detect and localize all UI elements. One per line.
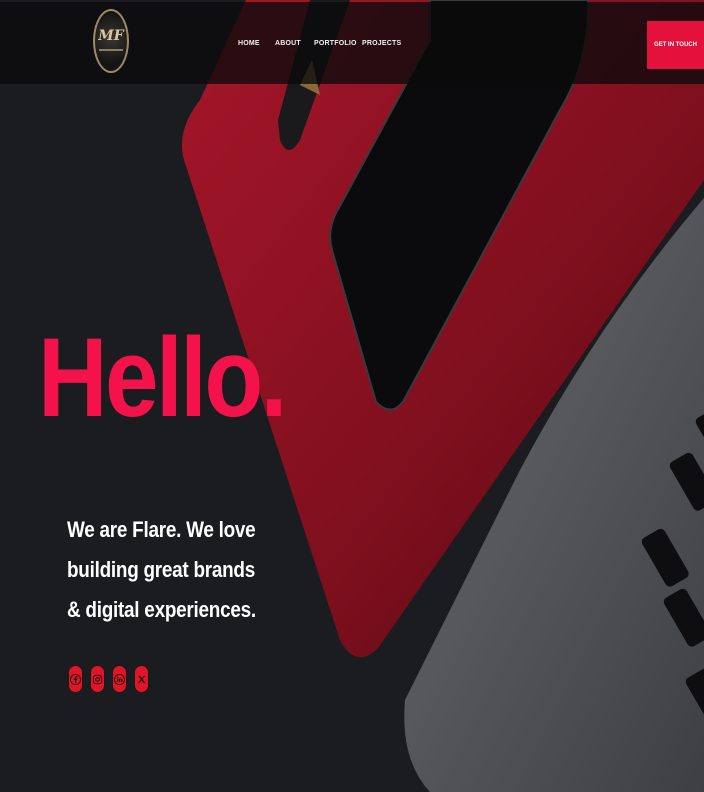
- nav-about[interactable]: ABOUT: [275, 40, 301, 47]
- hero-headline: Hello.: [38, 315, 287, 440]
- nav-home[interactable]: HOME: [238, 40, 260, 47]
- facebook-icon: [70, 673, 81, 685]
- logo-mark: MF: [98, 28, 124, 44]
- tagline-line: building great brands: [67, 557, 256, 582]
- get-in-touch-button[interactable]: GET IN TOUCH: [647, 21, 704, 69]
- instagram-icon: [92, 674, 103, 684]
- logo-underline: [99, 49, 123, 51]
- linkedin-link[interactable]: [112, 665, 127, 693]
- nav-projects[interactable]: PROJECTS: [362, 40, 401, 47]
- hero-tagline: We are Flare. We love building great bra…: [67, 510, 265, 630]
- linkedin-icon: [114, 673, 125, 685]
- facebook-link[interactable]: [68, 665, 83, 693]
- top-navbar: MF HOME ABOUT PORTFOLIO PROJECTS GET IN …: [0, 2, 704, 84]
- x-link[interactable]: [134, 665, 149, 693]
- x-icon: [138, 675, 146, 683]
- brand-logo[interactable]: MF: [93, 9, 129, 73]
- instagram-link[interactable]: [90, 665, 105, 693]
- tagline-line: & digital experiences.: [67, 597, 256, 622]
- nav-portfolio[interactable]: PORTFOLIO: [314, 40, 357, 47]
- tagline-line: We are Flare. We love: [67, 517, 256, 542]
